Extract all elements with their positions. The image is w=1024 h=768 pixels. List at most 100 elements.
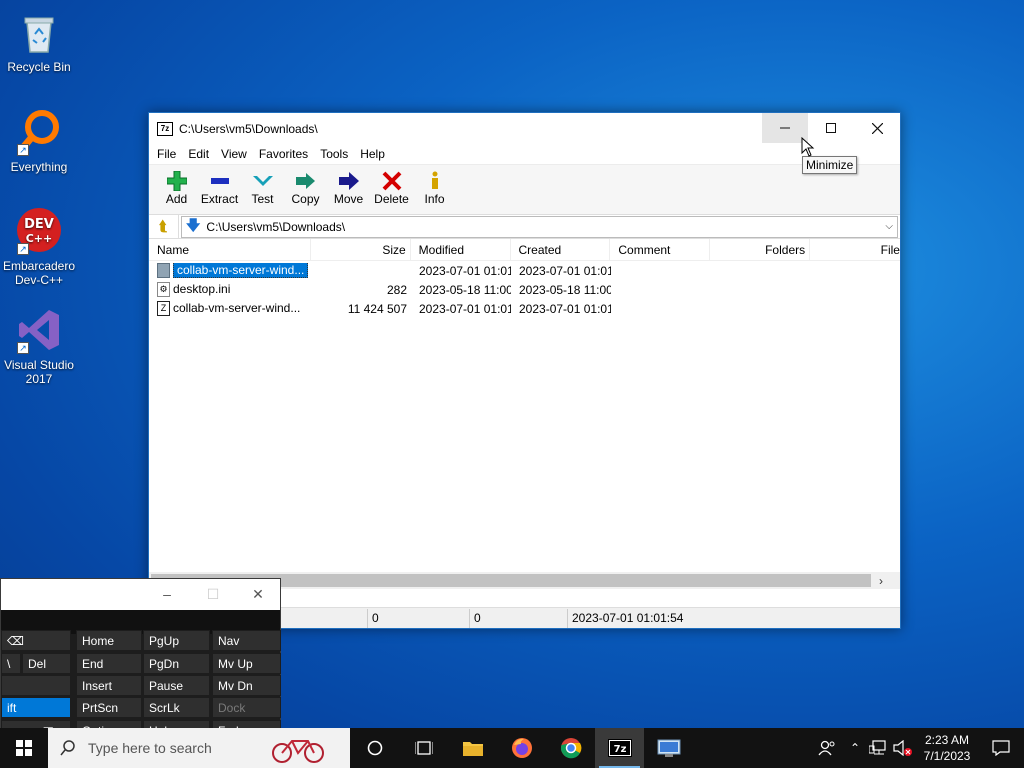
column-created[interactable]: Created bbox=[511, 238, 611, 261]
menu-view[interactable]: View bbox=[215, 147, 253, 161]
desktop-icon-everything[interactable]: ↗ Everything bbox=[1, 108, 77, 174]
svg-text:C++: C++ bbox=[26, 232, 53, 245]
firefox-button[interactable] bbox=[497, 728, 546, 768]
people-button[interactable] bbox=[810, 728, 844, 768]
copy-button[interactable]: Copy bbox=[284, 165, 327, 206]
osk-key-shift[interactable]: ift bbox=[1, 697, 71, 718]
7zip-icon: 7z bbox=[607, 739, 632, 757]
address-text: C:\Users\vm5\Downloads\ bbox=[206, 219, 346, 234]
menu-help[interactable]: Help bbox=[354, 147, 391, 161]
desktop-icon-recycle-bin[interactable]: Recycle Bin bbox=[1, 8, 77, 74]
column-file[interactable]: File bbox=[810, 239, 900, 261]
osk-key-end[interactable]: End bbox=[76, 653, 142, 674]
extract-button[interactable]: Extract bbox=[198, 165, 241, 206]
osk-key-insert[interactable]: Insert bbox=[76, 675, 142, 696]
row-modified: 2023-07-01 01:01 bbox=[419, 301, 511, 316]
action-center-button[interactable] bbox=[978, 728, 1024, 768]
remote-desktop-button[interactable] bbox=[644, 728, 693, 768]
osk-key-prtscn[interactable]: PrtScn bbox=[76, 697, 142, 718]
osk-key-pgdn[interactable]: PgDn bbox=[143, 653, 210, 674]
osk-key-mvup[interactable]: Mv Up bbox=[212, 653, 281, 674]
table-row[interactable]: Zcollab-vm-server-wind... 11 424 507 202… bbox=[149, 299, 900, 318]
osk-key-pause[interactable]: Pause bbox=[143, 675, 210, 696]
show-hidden-icons-button[interactable]: ⌃ bbox=[844, 728, 866, 768]
firefox-icon bbox=[511, 738, 532, 758]
mouse-cursor-icon bbox=[801, 137, 815, 157]
osk-key-backspace[interactable]: ⌫ bbox=[1, 630, 71, 651]
info-icon bbox=[413, 170, 456, 192]
window-titlebar[interactable]: 7z C:\Users\vm5\Downloads\ bbox=[149, 113, 900, 144]
menu-tools[interactable]: Tools bbox=[314, 147, 354, 161]
settings-file-icon: ⚙ bbox=[157, 282, 170, 298]
task-view-button[interactable] bbox=[399, 728, 448, 768]
move-button[interactable]: Move bbox=[327, 165, 370, 206]
close-button[interactable] bbox=[854, 113, 900, 143]
double-arrow-icon bbox=[284, 170, 327, 192]
osk-close-button[interactable]: ✕ bbox=[235, 579, 281, 609]
osk-key-dock[interactable]: Dock bbox=[212, 697, 281, 718]
bicycle-icon bbox=[272, 740, 324, 763]
network-icon bbox=[869, 740, 886, 755]
address-field[interactable]: 🡇 C:\Users\vm5\Downloads\ ⌵ bbox=[181, 215, 898, 238]
osk-key-mvdn[interactable]: Mv Dn bbox=[212, 675, 281, 696]
column-name[interactable]: Name bbox=[149, 238, 311, 261]
add-label: Add bbox=[165, 192, 188, 206]
osk-key-del[interactable]: Del bbox=[22, 653, 71, 674]
row-created: 2023-07-01 01:01 bbox=[519, 301, 611, 316]
chevron-down-icon[interactable]: ⌵ bbox=[885, 221, 893, 232]
add-button[interactable]: Add bbox=[155, 165, 198, 206]
clock-date: 7/1/2023 bbox=[923, 749, 971, 763]
start-button[interactable] bbox=[0, 728, 48, 768]
row-name: collab-vm-server-wind... bbox=[173, 300, 301, 315]
folder-up-button[interactable]: ⮬ bbox=[149, 214, 179, 239]
delete-button[interactable]: Delete bbox=[370, 165, 413, 206]
move-label: Move bbox=[333, 192, 364, 206]
menu-file[interactable]: File bbox=[151, 147, 182, 161]
test-label: Test bbox=[251, 192, 274, 206]
taskbar: Type here to search 7z ⌃ 2:23 AM 7/1/202 bbox=[0, 728, 1024, 768]
column-modified[interactable]: Modified bbox=[411, 238, 511, 261]
menu-edit[interactable]: Edit bbox=[182, 147, 215, 161]
volume-button[interactable] bbox=[890, 728, 916, 768]
osk-minimize-button[interactable]: – bbox=[144, 579, 190, 609]
desktop-icon-devcpp[interactable]: DEV C++ ↗ Embarcadero Dev-C++ bbox=[1, 207, 77, 287]
row-name: desktop.ini bbox=[173, 281, 231, 296]
table-row[interactable]: collab-vm-server-wind... 2023-07-01 01:0… bbox=[149, 261, 900, 280]
7zip-window: 7z C:\Users\vm5\Downloads\ File Edit Vie… bbox=[148, 112, 901, 629]
status-size: 0 bbox=[368, 608, 470, 628]
desktop-icon-visual-studio[interactable]: ↗ Visual Studio 2017 bbox=[1, 306, 77, 386]
file-list: Name Size Modified Created Comment Folde… bbox=[149, 238, 900, 589]
menu-favorites[interactable]: Favorites bbox=[253, 147, 314, 161]
desktop-icon-label: Everything bbox=[10, 160, 68, 174]
minus-icon bbox=[198, 170, 241, 192]
osk-maximize-button[interactable]: ☐ bbox=[190, 579, 236, 609]
scroll-right-icon[interactable]: › bbox=[879, 574, 883, 588]
cortana-button[interactable] bbox=[350, 728, 399, 768]
svg-text:DEV: DEV bbox=[24, 217, 54, 232]
taskbar-search-box[interactable]: Type here to search bbox=[48, 728, 350, 768]
file-explorer-button[interactable] bbox=[448, 728, 497, 768]
osk-titlebar[interactable]: – ☐ ✕ bbox=[1, 579, 280, 610]
folder-icon bbox=[462, 742, 483, 756]
test-button[interactable]: Test bbox=[241, 165, 284, 206]
table-row[interactable]: ⚙ desktop.ini 282 2023-05-18 11:00 2023-0… bbox=[149, 280, 900, 299]
taskbar-clock[interactable]: 2:23 AM 7/1/2023 bbox=[916, 732, 978, 764]
row-created: 2023-07-01 01:01 bbox=[519, 263, 611, 278]
osk-key-enter[interactable] bbox=[1, 675, 71, 696]
info-button[interactable]: Info bbox=[413, 165, 456, 206]
osk-key-backslash[interactable]: \ bbox=[1, 653, 21, 674]
search-icon bbox=[60, 740, 75, 756]
osk-key-home[interactable]: Home bbox=[76, 630, 142, 651]
osk-key-pgup[interactable]: PgUp bbox=[143, 630, 210, 651]
plus-icon bbox=[155, 170, 198, 192]
osk-key-scrlk[interactable]: ScrLk bbox=[143, 697, 210, 718]
window-title: C:\Users\vm5\Downloads\ bbox=[179, 121, 318, 136]
network-button[interactable] bbox=[866, 728, 890, 768]
column-size[interactable]: Size bbox=[311, 238, 411, 261]
chrome-button[interactable] bbox=[546, 728, 595, 768]
7zip-taskbar-button[interactable]: 7z bbox=[595, 728, 644, 768]
column-folders[interactable]: Folders bbox=[710, 238, 811, 261]
column-comment[interactable]: Comment bbox=[610, 238, 711, 261]
extract-label: Extract bbox=[200, 192, 239, 206]
osk-key-nav[interactable]: Nav bbox=[212, 630, 281, 651]
